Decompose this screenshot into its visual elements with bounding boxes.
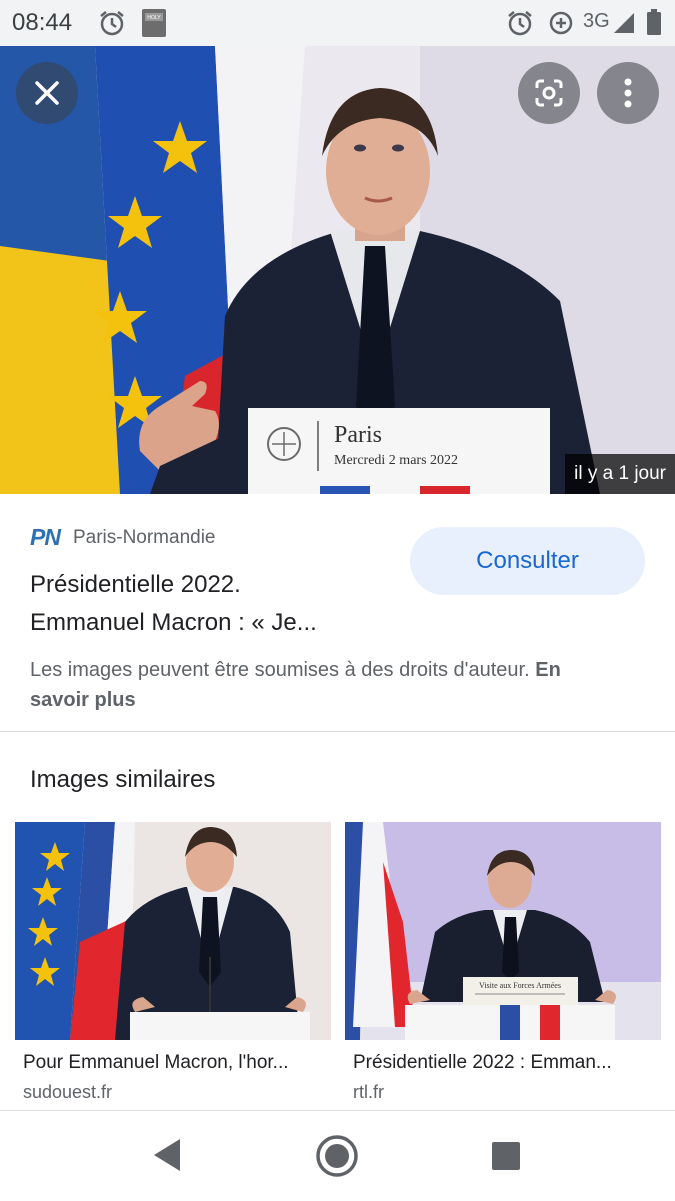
similar-image-thumbnail[interactable]: Visite aux Forces Armées: [345, 822, 661, 1040]
back-icon[interactable]: [150, 1136, 184, 1174]
similar-image-title[interactable]: Pour Emmanuel Macron, l'hor...: [23, 1052, 323, 1074]
hero-image[interactable]: Paris Mercredi 2 mars 2022 il y a 1 jour: [0, 46, 675, 494]
battery-icon: [647, 9, 661, 35]
similar-image-source: sudouest.fr: [23, 1082, 113, 1102]
data-saver-icon: [549, 11, 573, 35]
recents-icon[interactable]: [490, 1140, 522, 1172]
close-icon: [35, 81, 59, 105]
source-logo: PN: [30, 524, 61, 550]
similar-image-title[interactable]: Présidentielle 2022 : Emman...: [353, 1052, 653, 1074]
copyright-text: Les images peuvent être soumises à des d…: [30, 659, 530, 681]
bible-app-icon: HOLY: [142, 9, 166, 37]
alarm-icon: [100, 11, 124, 36]
status-bar: 08:44 HOLY 3G: [0, 0, 675, 46]
copyright-notice: Les images peuvent être soumises à des d…: [30, 655, 590, 715]
result-title-line: Présidentielle 2022.: [30, 571, 241, 598]
result-title[interactable]: Présidentielle 2022. Emmanuel Macron : «…: [30, 566, 390, 642]
source-row[interactable]: PN Paris-Normandie: [30, 524, 216, 551]
more-options-button[interactable]: [597, 62, 659, 124]
alarm-icon: [508, 11, 532, 36]
similar-image-card[interactable]: Visite aux Forces Armées Présidentielle …: [345, 822, 661, 1102]
network-type: 3G: [583, 10, 610, 32]
svg-text:HOLY: HOLY: [147, 15, 161, 21]
source-name: Paris-Normandie: [72, 526, 216, 548]
divider: [0, 731, 675, 732]
more-vert-icon: [624, 78, 632, 108]
podium-city: Paris: [334, 422, 382, 448]
similar-image-thumbnail[interactable]: [15, 822, 331, 1040]
clock: 08:44: [12, 9, 73, 36]
macron-photo: Paris Mercredi 2 mars 2022: [0, 46, 675, 494]
result-title-line: Emmanuel Macron : « Je...: [30, 609, 317, 636]
consult-button[interactable]: Consulter: [410, 527, 645, 595]
similar-image-card[interactable]: Pour Emmanuel Macron, l'hor... sudouest.…: [15, 822, 331, 1102]
result-info: PN Paris-Normandie Présidentielle 2022. …: [0, 494, 675, 732]
signal-icon: [614, 13, 634, 33]
home-icon[interactable]: [315, 1134, 359, 1178]
close-button[interactable]: [16, 62, 78, 124]
lens-icon: [535, 79, 563, 107]
similar-photo-2: Visite aux Forces Armées: [345, 822, 661, 1040]
timestamp-badge: il y a 1 jour: [565, 454, 675, 494]
android-nav-bar: [0, 1110, 675, 1201]
podium-text: Visite aux Forces Armées: [479, 981, 561, 990]
similar-images-heading: Images similaires: [30, 766, 216, 793]
similar-photo-1: [15, 822, 331, 1040]
lens-button[interactable]: [518, 62, 580, 124]
podium-date: Mercredi 2 mars 2022: [334, 453, 458, 468]
similar-image-source: rtl.fr: [353, 1082, 384, 1102]
